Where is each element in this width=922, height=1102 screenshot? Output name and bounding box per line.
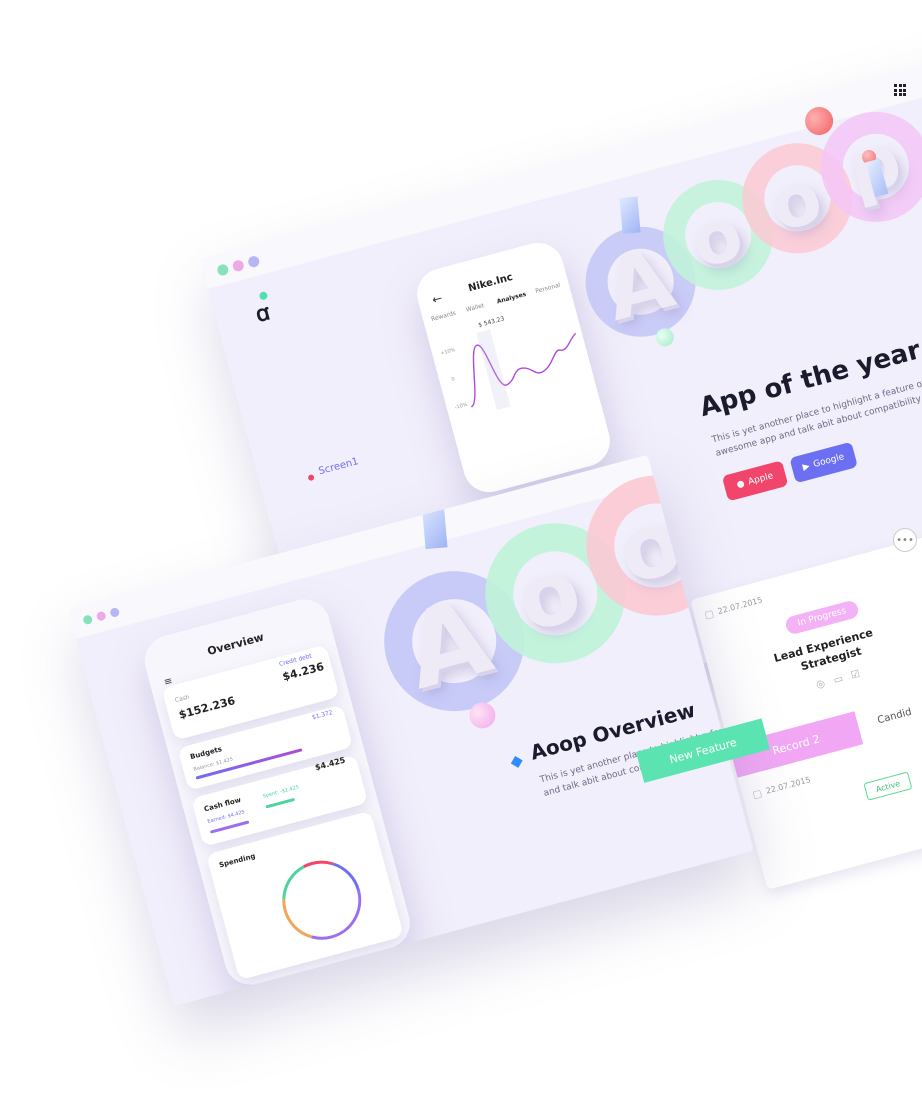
message-icon[interactable]: ▭ <box>832 673 844 686</box>
google-play-button[interactable]: ▶ Google <box>789 441 858 484</box>
phone-tab[interactable]: Personal <box>535 282 561 295</box>
front-window: A o o ◆ Aoop Overview This is yet anothe… <box>68 454 754 1007</box>
active-badge-label: Active <box>874 778 902 794</box>
spending-label: Spending <box>218 852 257 870</box>
y-axis-label: -10% <box>454 401 469 411</box>
status-badge-label: In Progress <box>796 606 848 629</box>
phone-tab[interactable]: Analyses <box>496 291 527 306</box>
screen-active-dot <box>307 473 315 482</box>
apple-icon: ● <box>735 478 746 491</box>
card-date: 22.07.2015 <box>764 775 812 796</box>
play-icon: ▶ <box>801 461 812 473</box>
phone-tab[interactable]: Wallet <box>465 302 485 314</box>
cashflow-value: $4.425 <box>314 755 347 773</box>
status-badge: In Progress <box>783 599 861 636</box>
phone-tab[interactable]: Rewards <box>430 310 456 323</box>
budgets-value: $1.372 <box>311 709 334 722</box>
cube-logo-icon: ◆ <box>508 749 525 772</box>
more-options-button[interactable]: ••• <box>893 528 917 552</box>
record-tab-label: Record 2 <box>770 731 822 758</box>
back-arrow-icon[interactable]: ← <box>431 291 444 307</box>
spending-donut-chart <box>282 860 362 940</box>
card-date: 22.07.2015 <box>716 595 764 617</box>
y-axis-label: +10% <box>439 347 457 357</box>
screen-nav-item[interactable]: Screen1 <box>317 456 359 477</box>
cash-label: Cash <box>174 693 191 705</box>
decor-cube-blue <box>619 196 641 234</box>
analytics-line-chart <box>470 329 577 411</box>
phone-title: Nike.Inc <box>467 271 515 295</box>
check-icon[interactable]: ☑ <box>850 669 862 682</box>
y-axis-label: 0 <box>450 376 456 383</box>
front-phone-mockup: ≡ Overview Cash $152.236 Credit debt $4.… <box>138 593 416 991</box>
active-badge: Active <box>863 771 913 801</box>
calendar-icon: ▢ <box>703 608 716 622</box>
phone-title: Overview <box>205 630 266 659</box>
calendar-icon: ▢ <box>751 788 764 802</box>
grid-menu-icon[interactable] <box>894 84 906 96</box>
spent-bar <box>265 797 296 809</box>
user-icon[interactable]: ◎ <box>815 678 826 691</box>
apple-store-button[interactable]: ● Apple <box>721 460 789 502</box>
apple-button-label: Apple <box>747 471 775 488</box>
budgets-label: Budgets <box>189 745 223 762</box>
google-button-label: Google <box>812 452 846 471</box>
app-logo[interactable]: ꭤ <box>252 296 273 328</box>
candidate-tab[interactable]: Candid <box>876 707 913 727</box>
